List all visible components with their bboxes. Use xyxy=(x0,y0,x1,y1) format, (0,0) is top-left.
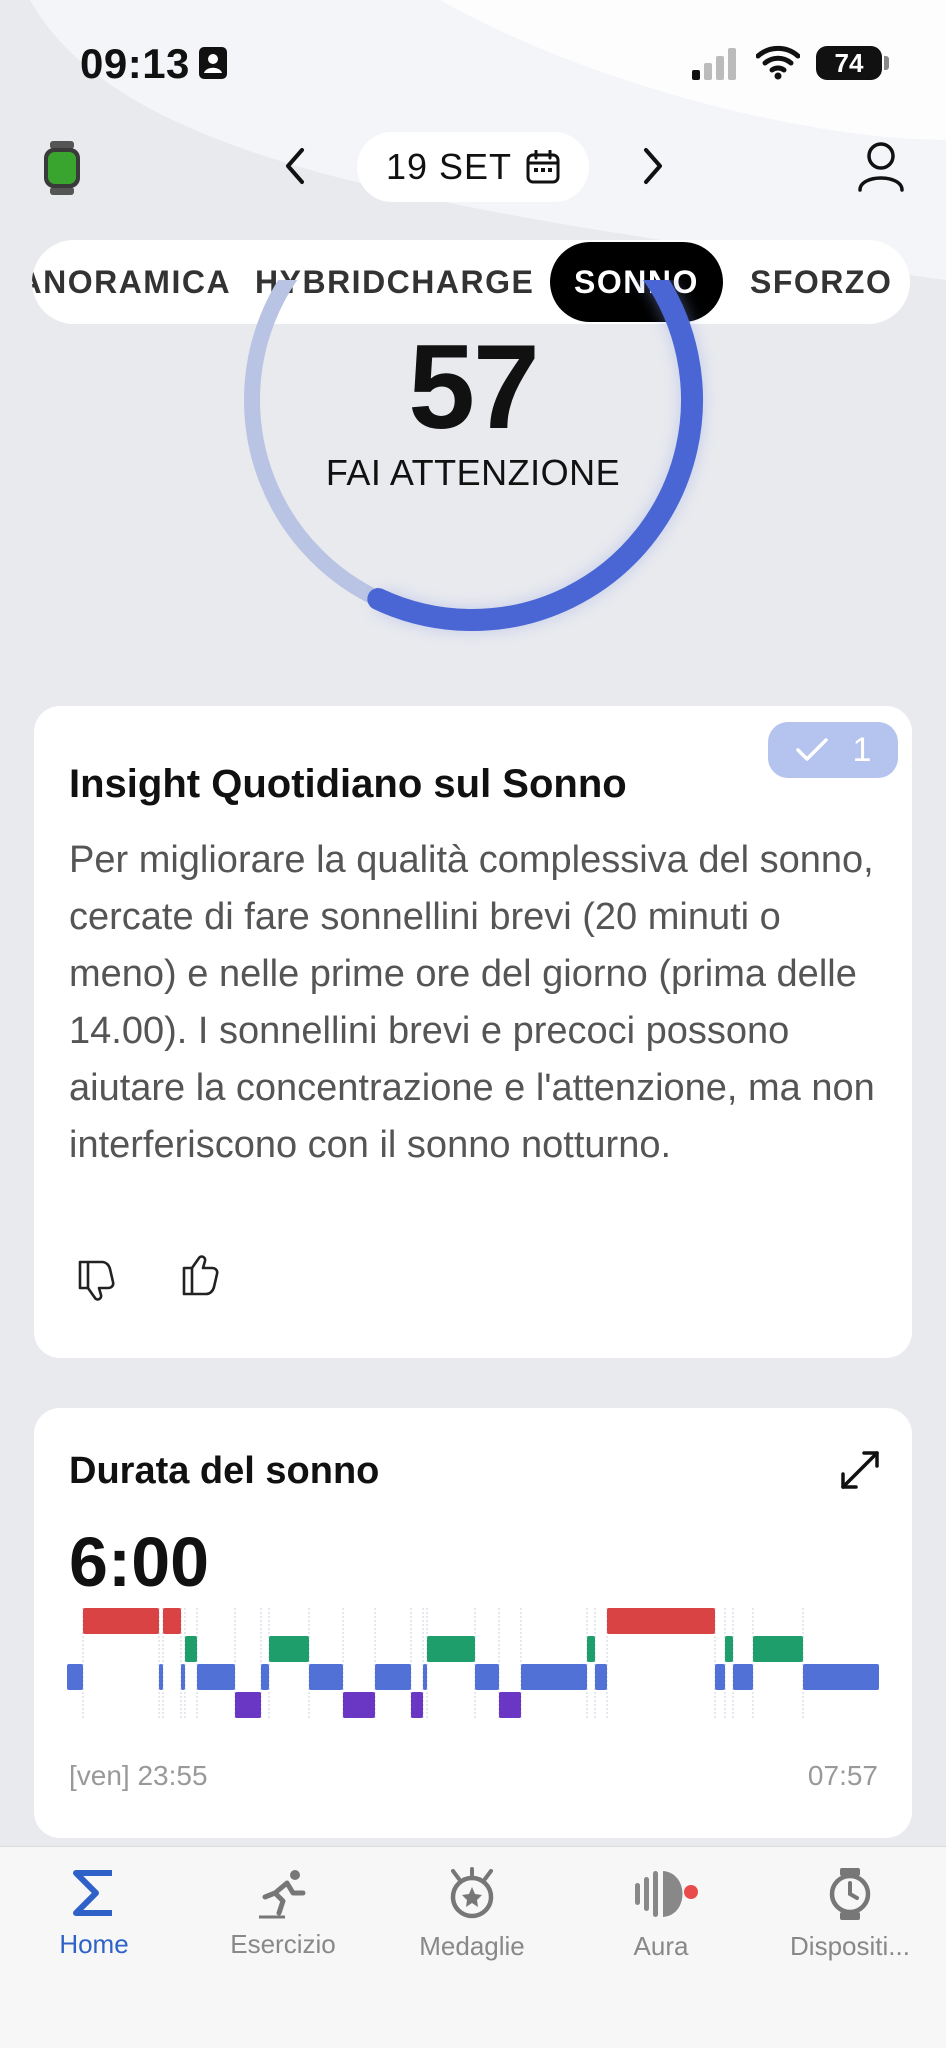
sleep-stage-awake xyxy=(607,1608,715,1634)
sleep-stage-deep xyxy=(499,1692,521,1718)
nav-aura[interactable]: Aura xyxy=(566,1867,756,1962)
sleep-stage-rem xyxy=(753,1636,803,1662)
sleep-stage-awake xyxy=(163,1608,181,1634)
sleep-stage-light xyxy=(733,1664,753,1690)
wifi-icon xyxy=(756,45,800,80)
date-selector[interactable]: 19 SET xyxy=(357,132,589,202)
aura-notification-dot xyxy=(684,1885,698,1899)
sigma-icon xyxy=(73,1870,112,1916)
sleep-start-time: [ven] 23:55 xyxy=(69,1760,208,1791)
sleep-stage-light xyxy=(475,1664,499,1690)
sleep-stage-deep xyxy=(235,1692,261,1718)
sleep-end-time: 07:57 xyxy=(807,1760,878,1791)
watch-icon xyxy=(829,1868,871,1920)
nav-medaglie[interactable]: Medaglie xyxy=(377,1867,567,1962)
cellular-signal-icon xyxy=(692,48,736,80)
aura-icon xyxy=(635,1871,683,1917)
check-icon xyxy=(795,738,828,761)
sleep-stage-awake xyxy=(83,1608,159,1634)
sleep-duration-value: 6:00 xyxy=(69,1523,210,1601)
nav-esercizio-label: Esercizio xyxy=(230,1929,336,1959)
sleep-stage-light xyxy=(159,1664,163,1690)
sleep-stage-light xyxy=(67,1664,83,1690)
nav-home[interactable]: Home xyxy=(0,1867,189,1960)
sleep-score-value: 57 xyxy=(408,320,539,454)
sleep-stage-light xyxy=(521,1664,587,1690)
sleep-stage-rem xyxy=(587,1636,595,1662)
status-time: 09:13 xyxy=(80,40,190,87)
sleep-stage-rem xyxy=(427,1636,475,1662)
sleep-stage-light xyxy=(181,1664,185,1690)
sleep-stage-deep xyxy=(411,1692,423,1718)
medal-icon xyxy=(450,1867,494,1919)
sleep-stage-light xyxy=(423,1664,427,1690)
sleep-stage-light xyxy=(595,1664,607,1690)
nav-esercizio[interactable]: Esercizio xyxy=(188,1867,378,1960)
insight-title: Insight Quotidiano sul Sonno xyxy=(69,762,627,806)
sleep-score-label: FAI ATTENZIONE xyxy=(325,452,621,493)
runner-icon xyxy=(259,1870,306,1919)
bottom-navigation: Home Esercizio Medaglie Aura Dispositi..… xyxy=(0,1846,946,2048)
insight-badge-count: 1 xyxy=(852,730,872,769)
status-bar: 09:13 74 xyxy=(0,0,946,125)
previous-day-button[interactable] xyxy=(276,144,316,188)
sleep-stage-light xyxy=(715,1664,725,1690)
expand-icon[interactable] xyxy=(840,1450,880,1490)
insight-read-badge[interactable]: 1 xyxy=(768,722,898,778)
sleep-stage-light xyxy=(375,1664,411,1690)
battery-tip xyxy=(884,56,889,70)
sleep-stage-light xyxy=(261,1664,269,1690)
calendar-icon xyxy=(526,150,560,184)
nav-dispositivi[interactable]: Dispositi... xyxy=(755,1867,945,1962)
contact-card-icon xyxy=(199,47,227,79)
thumbs-down-icon[interactable] xyxy=(74,1256,120,1302)
sleep-stage-rem xyxy=(269,1636,309,1662)
sleep-stage-deep xyxy=(343,1692,375,1718)
thumbs-up-icon[interactable] xyxy=(178,1254,224,1300)
nav-dispositivi-label: Dispositi... xyxy=(790,1931,910,1961)
nav-home-label: Home xyxy=(59,1929,129,1959)
sleep-stage-light xyxy=(309,1664,343,1690)
tab-panoramica[interactable]: PANORAMICA xyxy=(32,240,231,324)
insight-text: Per migliorare la qualità complessiva de… xyxy=(69,839,875,1166)
tab-sforzo[interactable]: SFORZO xyxy=(750,240,892,324)
battery-indicator: 74 xyxy=(816,46,882,80)
profile-icon[interactable] xyxy=(856,140,906,192)
date-label: 19 SET xyxy=(385,146,513,187)
nav-aura-label: Aura xyxy=(633,1931,689,1961)
sleep-stage-light xyxy=(803,1664,879,1690)
sleep-duration-title: Durata del sonno xyxy=(69,1450,380,1492)
daily-insight-card: 1 Insight Quotidiano sul Sonno Per migli… xyxy=(34,706,912,1358)
device-watch-icon[interactable] xyxy=(40,140,84,196)
sleep-stage-rem xyxy=(725,1636,733,1662)
sleep-stage-rem xyxy=(185,1636,197,1662)
nav-medaglie-label: Medaglie xyxy=(419,1931,525,1961)
sleep-duration-card[interactable]: Durata del sonno 6:00 [ven] 23:55 07:57 xyxy=(34,1408,912,1838)
sleep-stage-light xyxy=(197,1664,235,1690)
next-day-button[interactable] xyxy=(632,144,672,188)
sleep-stages-chart xyxy=(67,1608,879,1718)
